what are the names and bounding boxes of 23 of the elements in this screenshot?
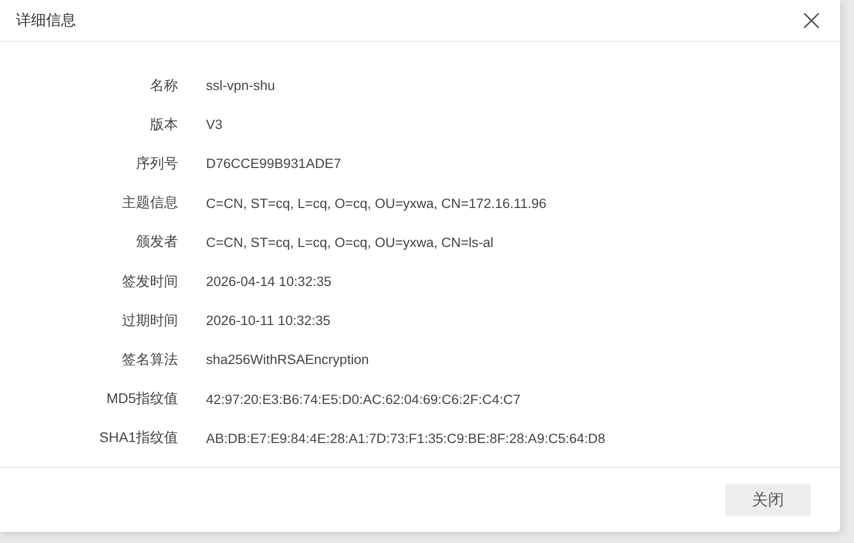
field-value: D76CCE99B931ADE7 [206, 156, 342, 172]
field-label: 颁发者 [135, 233, 178, 252]
field-label: 签发时间 [121, 272, 178, 291]
field-label: 序列号 [135, 154, 178, 173]
field-value: V3 [206, 117, 223, 132]
field-value: sha256WithRSAEncryption [206, 352, 369, 368]
field-value: ssl-vpn-shu [206, 78, 276, 94]
dialog-title: 详细信息 [16, 11, 76, 30]
field-label: SHA1指纹值 [98, 429, 178, 448]
field-value: C=CN, ST=cq, L=cq, O=cq, OU=yxwa, CN=ls-al [206, 234, 494, 250]
field-label: 版本 [149, 116, 178, 134]
field-label: 签名算法 [121, 350, 178, 369]
field-label: 名称 [149, 76, 178, 95]
field-label: 过期时间 [121, 312, 178, 330]
field-value: 42:97:20:E3:B6:74:E5:D0:AC:62:04:69:C6:2F:C4:C7 [206, 392, 520, 407]
field-value: C=CN, ST=cq, L=cq, O=cq, OU=yxwa, CN=172.16.11.96 [206, 196, 546, 211]
field-label: MD5指纹值 [105, 390, 178, 408]
field-label: 主题信息 [121, 194, 178, 212]
field-value: AB:DB:E7:E9:84:4E:28:A1:7D:73:F1:35:C9:BE:8F:28:A9:C5:64:D8 [206, 430, 606, 446]
field-value: 2026-04-14 10:32:35 [206, 274, 332, 290]
field-value: 2026-10-11 10:32:35 [206, 313, 330, 328]
close-dialog-button[interactable]: 关闭 [725, 484, 811, 516]
close-button[interactable]: × [794, 6, 828, 34]
